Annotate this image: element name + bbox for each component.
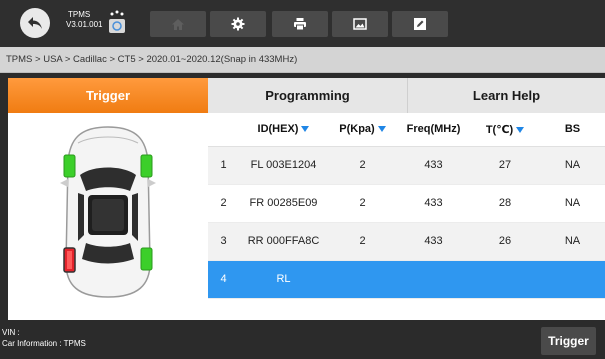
sensor-battery-status: NA bbox=[540, 184, 605, 223]
edit-icon bbox=[414, 18, 426, 30]
sensor-battery-status: NA bbox=[540, 146, 605, 185]
row-num: 3 bbox=[208, 222, 239, 261]
edit-button[interactable] bbox=[392, 11, 448, 37]
sort-down-icon bbox=[516, 126, 525, 133]
row-num: 4 bbox=[208, 260, 239, 299]
tab-learn-help[interactable]: Learn Help bbox=[408, 78, 605, 113]
tab-programming[interactable]: Programming bbox=[208, 78, 408, 113]
col-freq-header: Freq(MHz) bbox=[397, 113, 470, 147]
bottom-bar: VIN : Car Information : TPMS Trigger bbox=[0, 322, 605, 359]
sensor-pressure bbox=[328, 260, 397, 299]
tab-trigger[interactable]: Trigger bbox=[8, 78, 208, 113]
col-temp-label: T(℃) bbox=[485, 123, 514, 136]
main-panel: Trigger Programming Learn Help ID(HEX) P… bbox=[8, 78, 605, 320]
sensor-id: RL bbox=[239, 260, 328, 299]
sensor-frequency: 433 bbox=[397, 222, 470, 261]
app-version: V3.01.001 bbox=[66, 20, 103, 29]
sensor-battery-status: NA bbox=[540, 222, 605, 261]
tab-bar: Trigger Programming Learn Help bbox=[8, 78, 605, 113]
car-top-view-image bbox=[60, 126, 156, 298]
sensor-pressure: 2 bbox=[328, 146, 397, 185]
app-name: TPMS bbox=[68, 10, 91, 19]
col-pressure-header[interactable]: P(Kpa) bbox=[328, 113, 397, 147]
sensor-pressure: 2 bbox=[328, 222, 397, 261]
sensor-frequency: 433 bbox=[397, 184, 470, 223]
breadcrumb: TPMS > USA > Cadillac > CT5 > 2020.01~20… bbox=[6, 54, 298, 65]
col-bs-header: BS bbox=[540, 113, 605, 147]
app-title: TPMS V3.01.001 bbox=[66, 10, 102, 30]
sort-down-icon bbox=[301, 126, 310, 133]
vehicle-info: VIN : Car Information : TPMS bbox=[2, 327, 86, 349]
table-header-row: ID(HEX) P(Kpa) Freq(MHz) T(℃) BS bbox=[208, 113, 605, 147]
tire-front-left bbox=[63, 154, 76, 178]
tire-rear-right bbox=[140, 247, 153, 271]
home-icon bbox=[172, 18, 184, 30]
col-temp-header[interactable]: T(℃) bbox=[470, 113, 540, 147]
home-button[interactable] bbox=[150, 11, 206, 37]
settings-button[interactable] bbox=[210, 11, 266, 37]
table-row[interactable]: 1 FL 003E1204 2 433 27 NA bbox=[208, 146, 605, 185]
breadcrumb-bar: TPMS > USA > Cadillac > CT5 > 2020.01~20… bbox=[0, 47, 605, 73]
sort-down-icon bbox=[377, 126, 386, 133]
gear-icon bbox=[231, 17, 245, 31]
sensor-id: FL 003E1204 bbox=[239, 146, 328, 185]
sensor-temperature bbox=[470, 260, 540, 299]
col-pressure-label: P(Kpa) bbox=[339, 123, 375, 136]
tpms-app-icon bbox=[109, 10, 125, 33]
image-icon bbox=[353, 18, 367, 30]
row-num: 1 bbox=[208, 146, 239, 185]
car-information: Car Information : TPMS bbox=[2, 339, 86, 348]
sensor-battery-status bbox=[540, 260, 605, 299]
screenshot-button[interactable] bbox=[332, 11, 388, 37]
car-diagram bbox=[8, 113, 208, 320]
sensor-id: FR 00285E09 bbox=[239, 184, 328, 223]
vin-label: VIN : bbox=[2, 328, 20, 337]
col-id-label: ID(HEX) bbox=[257, 123, 299, 136]
table-row[interactable]: 3 RR 000FFA8C 2 433 26 NA bbox=[208, 222, 605, 261]
table-row[interactable]: 2 FR 00285E09 2 433 28 NA bbox=[208, 184, 605, 223]
table-row-selected[interactable]: 4 RL bbox=[208, 260, 605, 299]
top-toolbar: TPMS V3.01.001 bbox=[0, 0, 605, 47]
col-id-header[interactable]: ID(HEX) bbox=[239, 113, 328, 147]
back-arrow-icon bbox=[28, 17, 42, 29]
tire-front-right bbox=[140, 154, 153, 178]
printer-icon bbox=[294, 18, 306, 31]
sensor-temperature: 26 bbox=[470, 222, 540, 261]
sensor-frequency bbox=[397, 260, 470, 299]
sensor-temperature: 28 bbox=[470, 184, 540, 223]
sensor-id: RR 000FFA8C bbox=[239, 222, 328, 261]
sensor-table-area: ID(HEX) P(Kpa) Freq(MHz) T(℃) BS 1 FL 00… bbox=[208, 113, 605, 320]
tire-rear-left-highlight bbox=[67, 251, 72, 269]
sensor-pressure: 2 bbox=[328, 184, 397, 223]
sensor-table: ID(HEX) P(Kpa) Freq(MHz) T(℃) BS 1 FL 00… bbox=[208, 113, 605, 299]
back-button[interactable] bbox=[20, 8, 50, 38]
col-num-header bbox=[208, 113, 239, 147]
sensor-frequency: 433 bbox=[397, 146, 470, 185]
sensor-temperature: 27 bbox=[470, 146, 540, 185]
row-num: 2 bbox=[208, 184, 239, 223]
print-button[interactable] bbox=[272, 11, 328, 37]
trigger-button[interactable]: Trigger bbox=[541, 327, 596, 355]
